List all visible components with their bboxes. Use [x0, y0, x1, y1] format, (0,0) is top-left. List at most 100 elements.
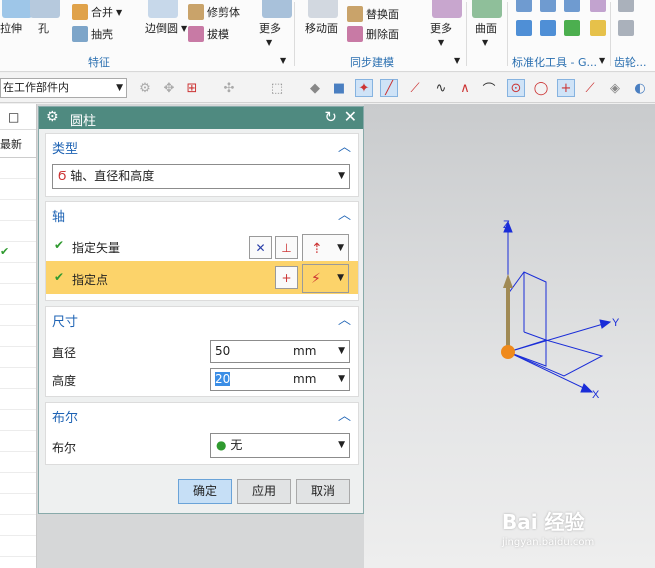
list-item[interactable]: [0, 179, 36, 200]
point-type-dropdown[interactable]: ⚡ ▼: [302, 264, 349, 293]
gear-tool-icon-1[interactable]: [618, 0, 634, 12]
snap-intersection-icon[interactable]: +: [557, 79, 575, 97]
list-item[interactable]: [0, 410, 36, 431]
std-tool-icon-2[interactable]: [540, 0, 556, 12]
snap-face-icon[interactable]: ◈: [606, 79, 624, 97]
section-title-axis[interactable]: 轴: [52, 206, 65, 225]
gear-icon[interactable]: ⚙: [46, 109, 59, 125]
list-item[interactable]: [0, 200, 36, 221]
maximize-icon[interactable]: □: [8, 110, 19, 124]
hole-button[interactable]: 孔: [38, 20, 49, 36]
vector-dialog-button[interactable]: ⊥: [275, 236, 298, 259]
more-dropdown-icon-1[interactable]: ▼: [266, 38, 272, 47]
close-icon[interactable]: ✕: [344, 107, 357, 126]
std-tool-icon-7[interactable]: [564, 20, 580, 36]
list-item[interactable]: [0, 473, 36, 494]
list-item[interactable]: [0, 305, 36, 326]
list-item[interactable]: [0, 158, 36, 179]
more-button-2[interactable]: 更多: [430, 20, 452, 36]
collapse-icon[interactable]: ︿: [338, 309, 351, 328]
height-input[interactable]: 20 mm ▼: [210, 368, 350, 391]
chevron-down-icon[interactable]: ▼: [338, 341, 345, 362]
navigator-column-header[interactable]: 最新: [0, 130, 36, 158]
snap-point-icon[interactable]: ⊞: [183, 79, 201, 97]
list-item[interactable]: [0, 347, 36, 368]
draft-button[interactable]: 拔模: [188, 26, 229, 42]
graphics-viewport[interactable]: Z Y X: [364, 104, 655, 568]
extrude-button[interactable]: 拉伸: [0, 20, 22, 36]
unite-label: 合并: [91, 6, 113, 19]
shell-button[interactable]: 抽壳: [72, 26, 113, 42]
trim-body-button[interactable]: 修剪体: [188, 4, 240, 20]
chevron-down-icon[interactable]: ▼: [338, 369, 345, 390]
list-item[interactable]: [0, 536, 36, 557]
type-select[interactable]: Ϭ 轴、直径和高度 ▼: [52, 164, 350, 189]
solid-icon[interactable]: ■: [330, 79, 348, 97]
list-item[interactable]: [0, 494, 36, 515]
collapse-icon[interactable]: ︿: [338, 136, 351, 155]
snap-center-icon[interactable]: ⊙: [507, 79, 525, 97]
list-item[interactable]: [0, 389, 36, 410]
group-dropdown-icon-feature[interactable]: ▼: [280, 56, 286, 65]
list-item[interactable]: [0, 263, 36, 284]
x-axis-line: [507, 351, 593, 393]
filter-icon-2[interactable]: ✥: [160, 79, 178, 97]
std-tool-icon-3[interactable]: [564, 0, 580, 12]
delete-face-button[interactable]: 删除面: [347, 26, 399, 42]
apply-button[interactable]: 应用: [237, 479, 291, 504]
snap-quadrant-icon[interactable]: ◯: [532, 79, 550, 97]
list-item[interactable]: [0, 515, 36, 536]
cancel-button[interactable]: 取消: [296, 479, 350, 504]
edge-blend-button[interactable]: 边倒圆 ▼: [145, 20, 187, 36]
cube-icon[interactable]: ◆: [306, 79, 324, 97]
select-icon[interactable]: ✣: [220, 79, 238, 97]
dialog-title-bar[interactable]: ⚙ 圆柱 ↻ ✕: [39, 107, 363, 129]
section-title-dimensions[interactable]: 尺寸: [52, 311, 78, 330]
std-tool-icon-4[interactable]: [590, 0, 606, 12]
replace-face-button[interactable]: 替换面: [347, 6, 399, 22]
collapse-icon[interactable]: ︿: [338, 204, 351, 223]
reset-icon[interactable]: ↻: [324, 108, 337, 126]
snap-midpoint-icon[interactable]: ⟋: [406, 79, 424, 97]
section-title-type[interactable]: 类型: [52, 138, 78, 157]
select-rect-icon[interactable]: ⬚: [268, 79, 286, 97]
list-item[interactable]: [0, 431, 36, 452]
std-tool-icon-6[interactable]: [540, 20, 556, 36]
surface-button[interactable]: 曲面: [475, 20, 497, 36]
snap-line-icon[interactable]: ╱: [380, 79, 398, 97]
collapse-icon[interactable]: ︿: [338, 405, 351, 424]
filter-icon-1[interactable]: ⚙: [136, 79, 154, 97]
group-dropdown-icon-sync[interactable]: ▼: [454, 56, 460, 65]
snap-spline-icon[interactable]: ∧: [456, 79, 474, 97]
snap-endpoint-icon[interactable]: ✦: [355, 79, 373, 97]
snap-curve-icon[interactable]: ∿: [432, 79, 450, 97]
more-button-1[interactable]: 更多: [259, 20, 281, 36]
std-tool-icon-8[interactable]: [590, 20, 606, 36]
snap-tangent-icon[interactable]: ⟋: [581, 79, 599, 97]
vector-type-dropdown[interactable]: ⇡ ▼: [302, 234, 349, 263]
group-dropdown-icon-std[interactable]: ▼: [599, 56, 605, 65]
list-item[interactable]: ✔: [0, 242, 36, 263]
reverse-direction-button[interactable]: ✕: [249, 236, 272, 259]
std-tool-icon-5[interactable]: [516, 20, 532, 36]
section-title-boolean[interactable]: 布尔: [52, 407, 78, 426]
more-dropdown-icon-2[interactable]: ▼: [438, 38, 444, 47]
ok-button[interactable]: 确定: [178, 479, 232, 504]
list-item[interactable]: [0, 326, 36, 347]
diameter-input[interactable]: 50 mm ▼: [210, 340, 350, 363]
list-item[interactable]: [0, 221, 36, 242]
snap-extra-icon[interactable]: ◐: [631, 79, 649, 97]
axis-label-x: X: [592, 389, 600, 401]
point-dialog-button[interactable]: +: [275, 266, 298, 289]
snap-arc-icon[interactable]: ⌒: [480, 79, 498, 98]
surface-dropdown-icon[interactable]: ▼: [482, 38, 488, 47]
list-item[interactable]: [0, 284, 36, 305]
boolean-select[interactable]: ● 无 ▼: [210, 433, 350, 458]
gear-tool-icon-2[interactable]: [618, 20, 634, 36]
move-face-button[interactable]: 移动面: [305, 20, 338, 36]
selection-scope-select[interactable]: 在工作部件内 ▼: [0, 78, 127, 98]
list-item[interactable]: [0, 368, 36, 389]
std-tool-icon-1[interactable]: [516, 0, 532, 12]
list-item[interactable]: [0, 452, 36, 473]
unite-button[interactable]: 合并 ▼: [72, 4, 122, 20]
